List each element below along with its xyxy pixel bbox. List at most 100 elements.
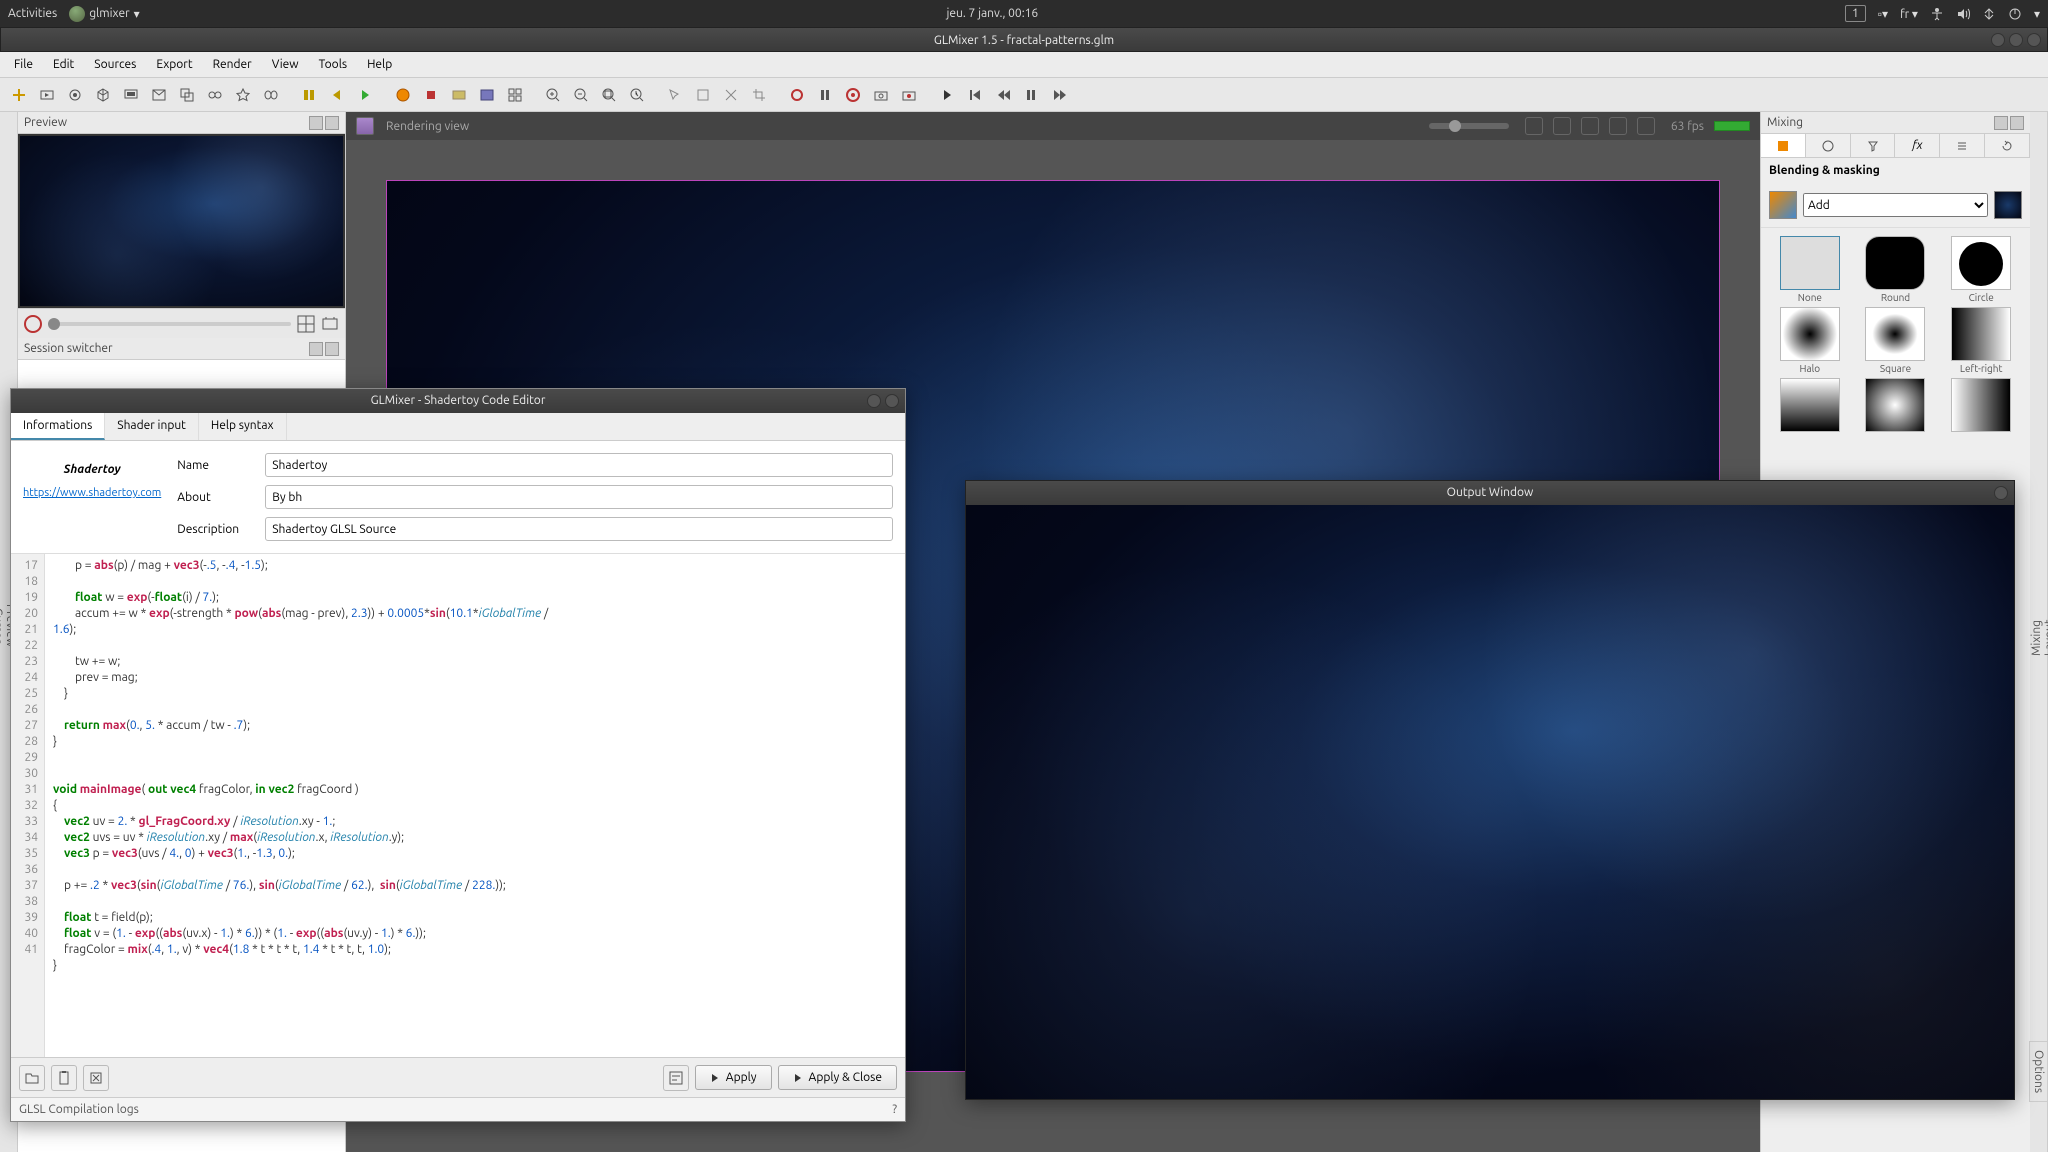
apply-close-button[interactable]: Apply & Close	[778, 1065, 897, 1090]
rotate-tool-button[interactable]	[718, 82, 744, 108]
snapshot-button[interactable]	[868, 82, 894, 108]
grid-button[interactable]	[502, 82, 528, 108]
render-zoom-out-icon[interactable]	[1553, 117, 1571, 135]
workspace-indicator[interactable]: 1	[1845, 5, 1866, 22]
fullscreen-button[interactable]	[474, 82, 500, 108]
stream-source-button[interactable]	[258, 82, 284, 108]
name-field[interactable]	[265, 453, 893, 477]
panel-detach-button[interactable]	[309, 116, 323, 130]
menu-edit[interactable]: Edit	[45, 55, 82, 74]
help-icon[interactable]: ?	[892, 1103, 897, 1116]
preview-record-button[interactable]	[24, 315, 42, 333]
timeline-next-button[interactable]	[1046, 82, 1072, 108]
mask-left-right[interactable]: Left-right	[1940, 307, 2022, 374]
cube-source-button[interactable]	[90, 82, 116, 108]
panel-close-button[interactable]	[325, 342, 339, 356]
menu-help[interactable]: Help	[359, 55, 400, 74]
move-tool-button[interactable]	[690, 82, 716, 108]
power-icon[interactable]	[2008, 7, 2022, 21]
mask-square[interactable]: Square	[1855, 307, 1937, 374]
panel-close-button[interactable]	[325, 116, 339, 130]
blend-mode-select[interactable]: Add	[1803, 193, 1988, 217]
shader-source-button[interactable]	[230, 82, 256, 108]
snapshot-rec-button[interactable]	[896, 82, 922, 108]
mixing-tab-reset[interactable]	[1985, 134, 2030, 157]
render-zoom-reset-icon[interactable]	[1609, 117, 1627, 135]
aspect-button[interactable]	[446, 82, 472, 108]
crop-tool-button[interactable]	[746, 82, 772, 108]
preview-slider[interactable]	[48, 322, 291, 326]
pause-button[interactable]	[296, 82, 322, 108]
panel-detach-button[interactable]	[309, 342, 323, 356]
mask-round[interactable]: Round	[1855, 236, 1937, 303]
media-source-button[interactable]	[34, 82, 60, 108]
tab-cursor[interactable]: Cursor	[0, 120, 4, 1132]
close-button[interactable]	[2027, 33, 2041, 47]
stop-output-button[interactable]	[418, 82, 444, 108]
zoom-reset-button[interactable]	[624, 82, 650, 108]
tab-informations[interactable]: Informations	[11, 413, 105, 440]
mixing-tab-blend[interactable]	[1761, 134, 1806, 157]
tab-shader-input[interactable]: Shader input	[105, 413, 199, 440]
preview-window-button[interactable]	[321, 315, 339, 333]
volume-icon[interactable]	[1956, 7, 1970, 21]
new-source-button[interactable]	[6, 82, 32, 108]
menu-tools[interactable]: Tools	[311, 55, 356, 74]
maximize-button[interactable]	[2009, 33, 2023, 47]
mask-item-6[interactable]	[1769, 378, 1851, 434]
clone-source-button[interactable]	[174, 82, 200, 108]
timeline-play-button[interactable]	[934, 82, 960, 108]
select-tool-button[interactable]	[662, 82, 688, 108]
record-button[interactable]	[784, 82, 810, 108]
app-menu[interactable]: glmixer ▾	[69, 6, 139, 22]
mask-item-8[interactable]	[1940, 378, 2022, 434]
mixing-tab-filter[interactable]	[1851, 134, 1896, 157]
timeline-pause-button[interactable]	[1018, 82, 1044, 108]
mask-item-7[interactable]	[1855, 378, 1937, 434]
svg-source-button[interactable]	[202, 82, 228, 108]
apply-button[interactable]: Apply	[695, 1065, 772, 1090]
play-button[interactable]	[352, 82, 378, 108]
mixing-tab-settings[interactable]	[1940, 134, 1985, 157]
menu-render[interactable]: Render	[205, 55, 260, 74]
code-editor[interactable]: 1718192021222324252627282930313233343536…	[11, 554, 905, 1057]
shadertoy-link[interactable]: https://www.shadertoy.com	[23, 487, 161, 499]
render-zoom-slider[interactable]	[1429, 123, 1509, 129]
open-file-button[interactable]	[19, 1065, 45, 1091]
panel-detach-button[interactable]	[1994, 116, 2008, 130]
render-refresh-icon[interactable]	[1637, 117, 1655, 135]
menu-file[interactable]: File	[6, 55, 41, 74]
mask-halo[interactable]: Halo	[1769, 307, 1851, 374]
tab-help-syntax[interactable]: Help syntax	[199, 413, 287, 440]
shader-close-button[interactable]	[885, 394, 899, 408]
shader-window-titlebar[interactable]: GLMixer - Shadertoy Code Editor	[11, 389, 905, 413]
options-tab[interactable]: Options	[2029, 1041, 2048, 1102]
mixing-tab-fx[interactable]: fx	[1895, 134, 1940, 157]
tray-icon[interactable]: ▫▾	[1878, 7, 1888, 21]
zoom-out-button[interactable]	[568, 82, 594, 108]
shader-minimize-button[interactable]	[867, 394, 881, 408]
render-zoom-fit-icon[interactable]	[1581, 117, 1599, 135]
clock[interactable]: jeu. 7 janv., 00:16	[140, 7, 1845, 20]
mask-circle[interactable]: Circle	[1940, 236, 2022, 303]
about-field[interactable]	[265, 485, 893, 509]
record-stop-button[interactable]	[840, 82, 866, 108]
render-zoom-in-icon[interactable]	[1525, 117, 1543, 135]
step-back-button[interactable]	[324, 82, 350, 108]
menu-view[interactable]: View	[264, 55, 307, 74]
tab-layout[interactable]: Layout	[2043, 132, 2048, 1144]
activities-button[interactable]: Activities	[8, 7, 57, 20]
output-button[interactable]	[390, 82, 416, 108]
mask-none[interactable]: None	[1769, 236, 1851, 303]
zoom-fit-button[interactable]	[596, 82, 622, 108]
timeline-prev-button[interactable]	[962, 82, 988, 108]
wrap-button[interactable]	[663, 1065, 689, 1091]
tab-mixing[interactable]: Mixing	[2030, 132, 2043, 1144]
menu-sources[interactable]: Sources	[86, 55, 144, 74]
accessibility-icon[interactable]	[1930, 7, 1944, 21]
preview-grid-button[interactable]	[297, 315, 315, 333]
paste-button[interactable]	[51, 1065, 77, 1091]
clear-button[interactable]	[83, 1065, 109, 1091]
mixing-tab-color[interactable]	[1806, 134, 1851, 157]
render-source-button[interactable]	[118, 82, 144, 108]
